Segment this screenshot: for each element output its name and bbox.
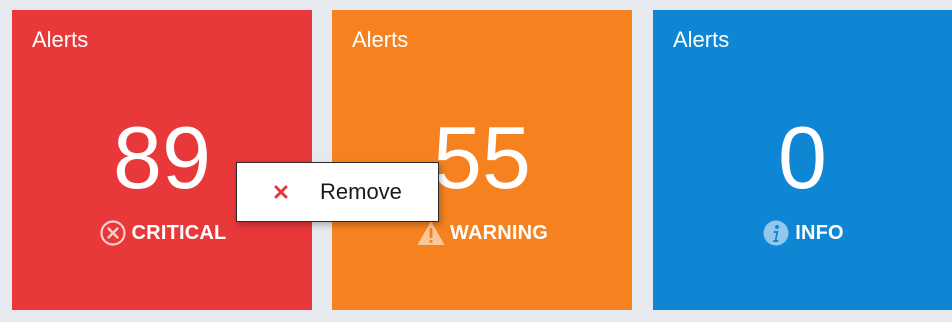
context-menu: Remove — [236, 162, 439, 222]
info-circle-icon — [761, 218, 791, 248]
close-icon — [272, 183, 290, 201]
status-row: CRITICAL — [12, 218, 312, 248]
status-row: WARNING — [332, 218, 632, 248]
alert-tile-info[interactable]: Alerts 0 INFO — [653, 10, 952, 310]
tile-title: Alerts — [32, 27, 89, 52]
tile-title: Alerts — [352, 27, 409, 52]
status-label: INFO — [795, 221, 844, 244]
alert-tile-critical[interactable]: Alerts 89 CRITICAL — [12, 10, 312, 310]
remove-label: Remove — [320, 179, 402, 204]
status-label: CRITICAL — [131, 221, 227, 244]
alert-count: 0 — [778, 108, 827, 207]
status-row: INFO — [653, 218, 952, 248]
remove-menu-item[interactable]: Remove — [237, 163, 438, 221]
status-label: WARNING — [449, 221, 549, 244]
alert-tile-warning[interactable]: Alerts 55 WARNING — [332, 10, 632, 310]
tile-title: Alerts — [673, 27, 730, 52]
x-circle-icon — [98, 218, 128, 248]
warning-triangle-icon — [416, 218, 446, 248]
